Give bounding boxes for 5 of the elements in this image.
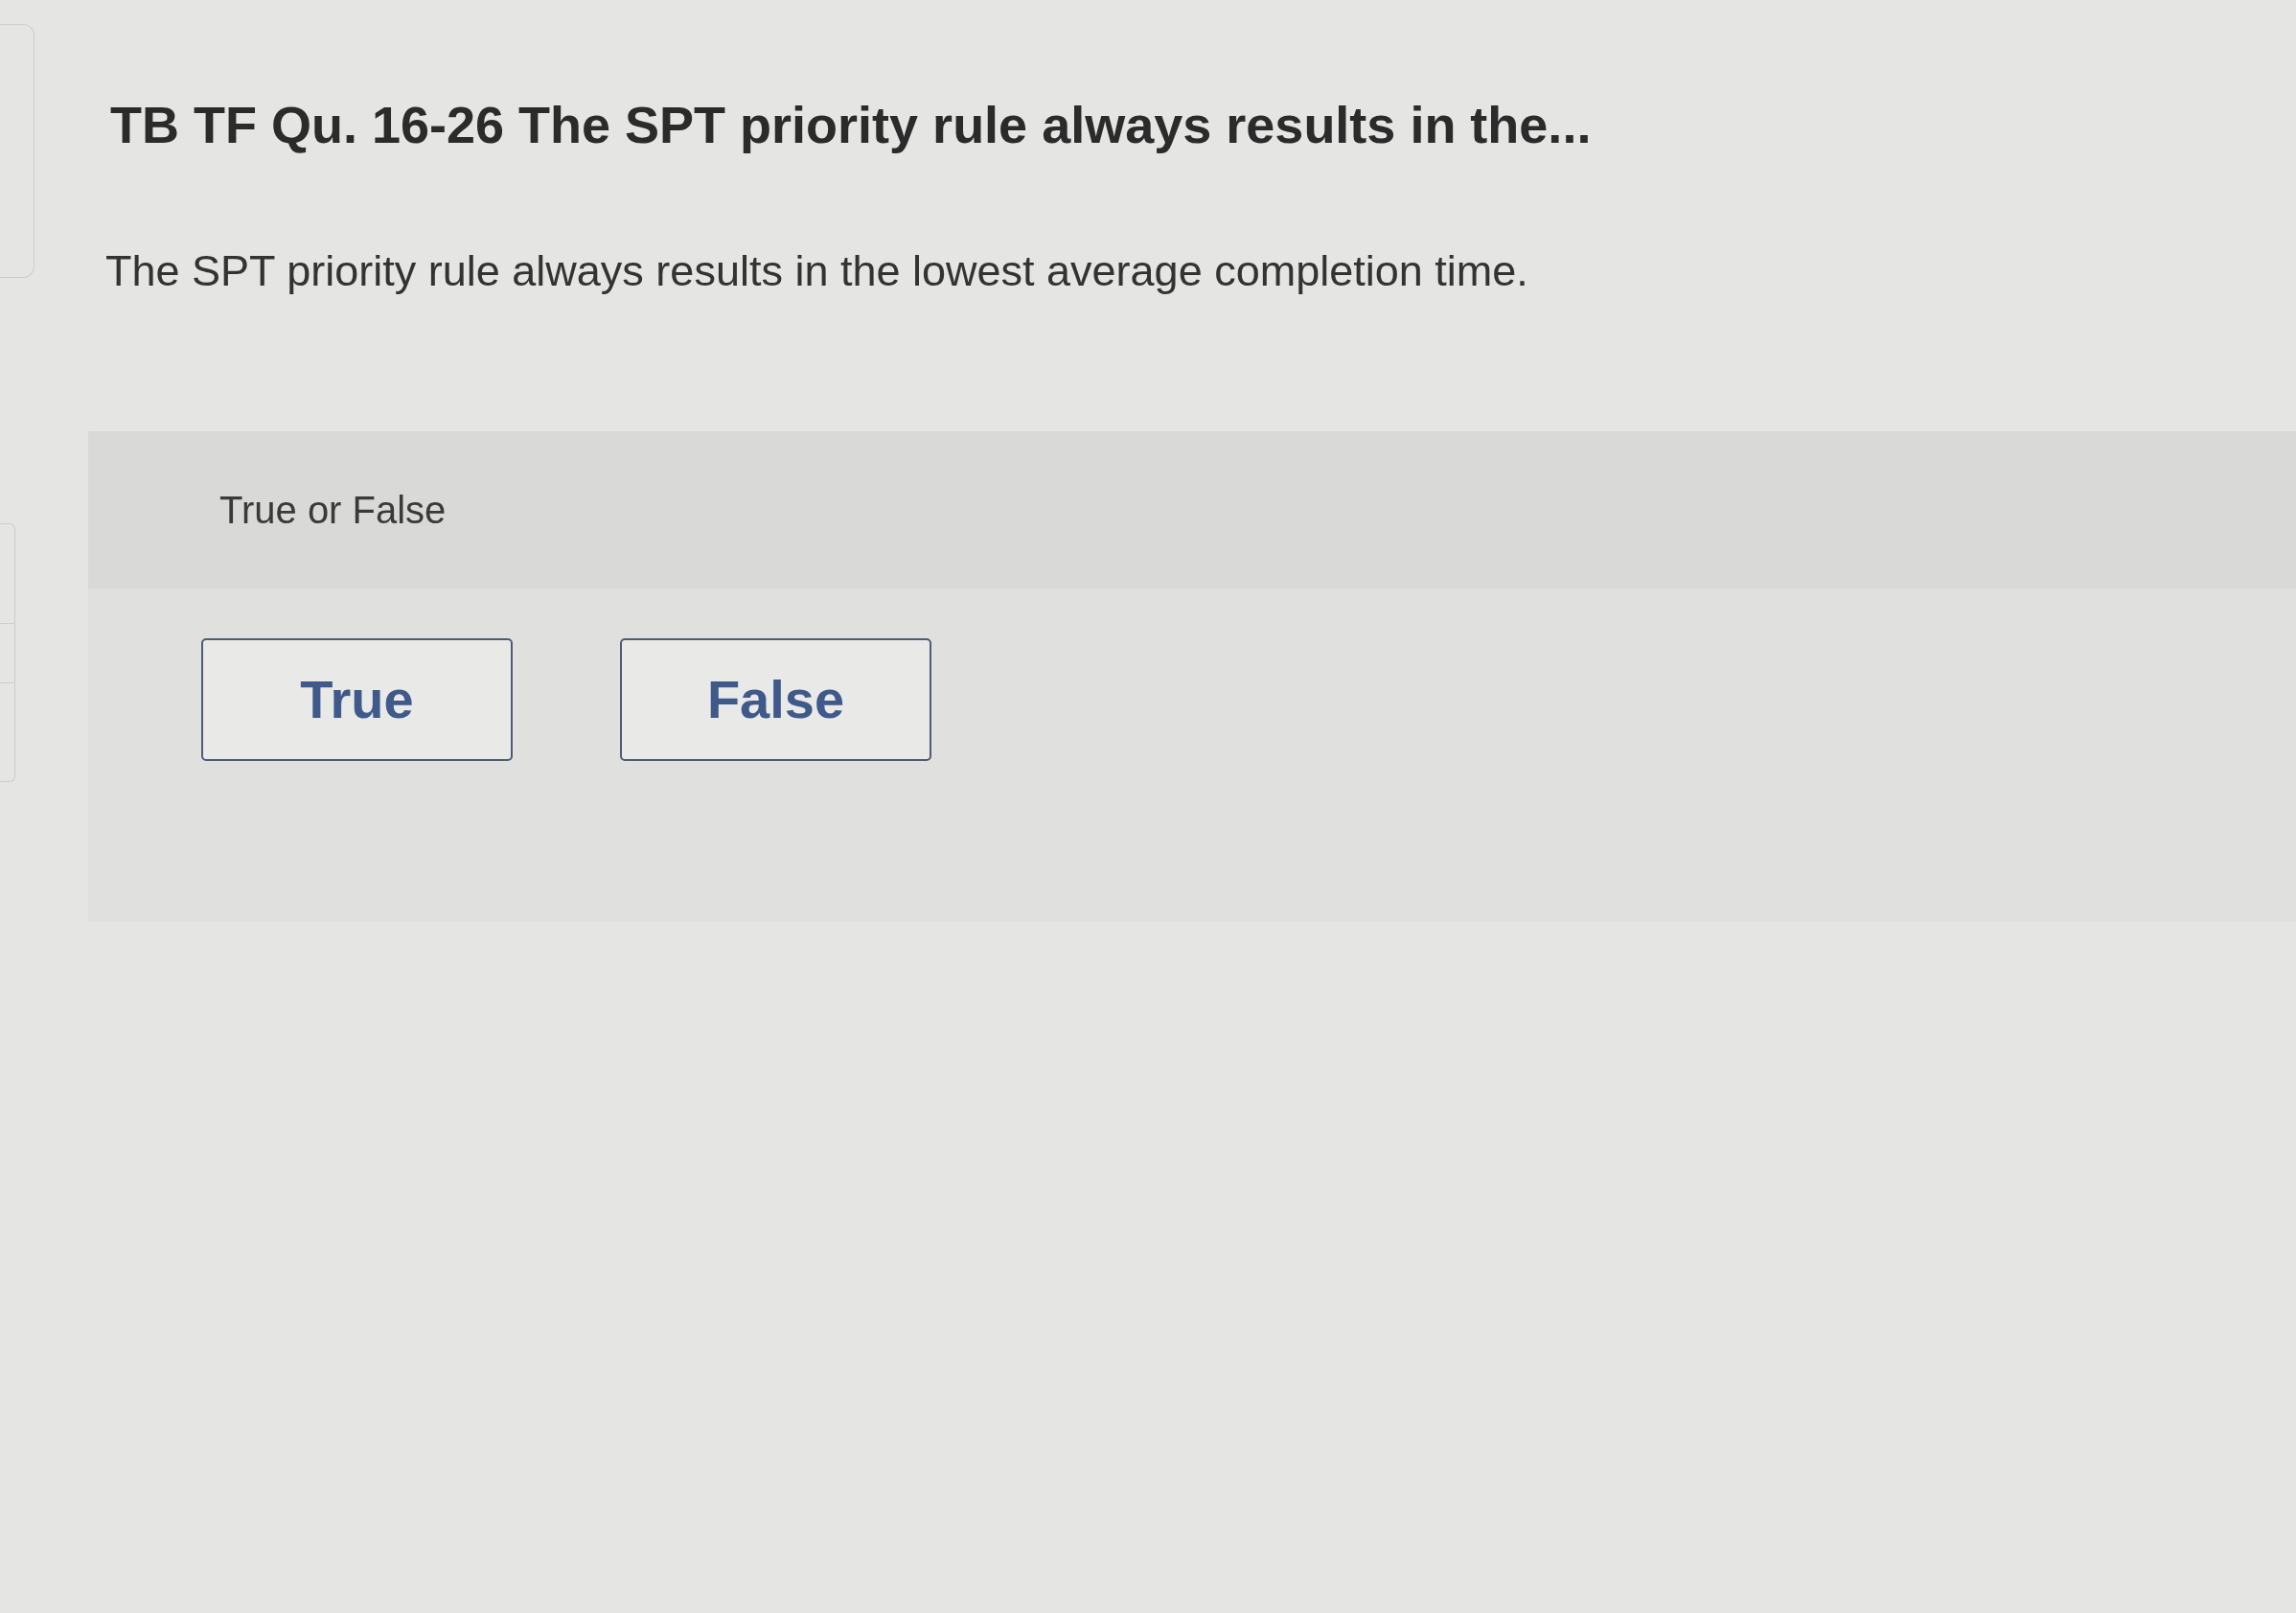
answer-type-label: True or False bbox=[219, 488, 447, 533]
answer-option-button[interactable]: True bbox=[201, 638, 513, 761]
answer-option-button[interactable]: False bbox=[620, 638, 931, 761]
question-title: TB TF Qu. 16-26 The SPT priority rule always results in the... bbox=[110, 95, 1593, 155]
question-prompt: The SPT priority rule always results in the lowest average completion time. bbox=[105, 245, 1529, 297]
